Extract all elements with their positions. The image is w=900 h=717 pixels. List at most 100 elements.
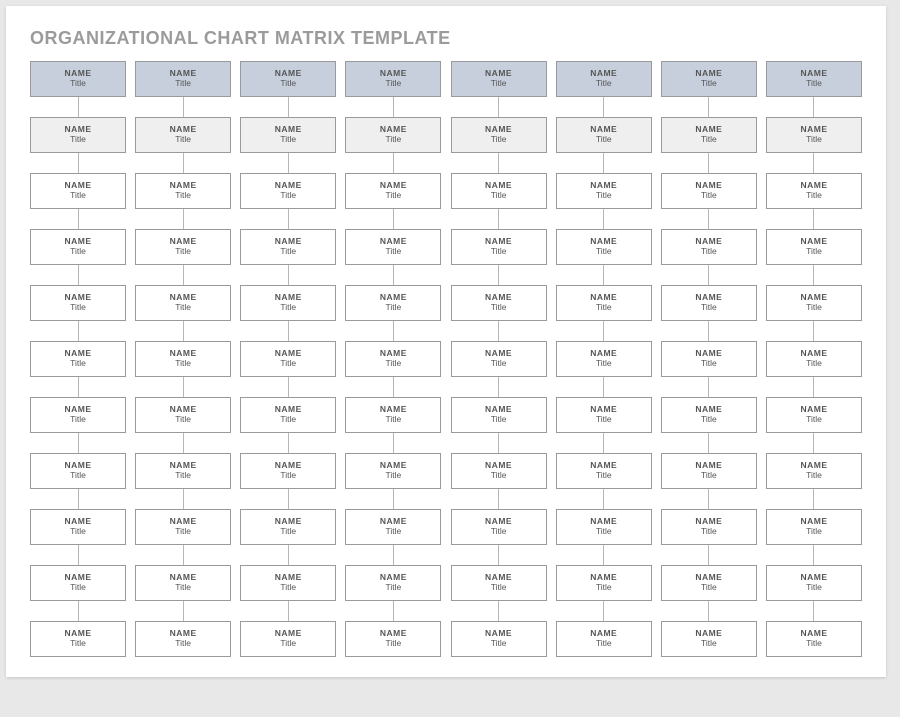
connector-line xyxy=(393,489,394,509)
org-cell: NAMETitle xyxy=(240,61,336,97)
cell-title: Title xyxy=(806,471,822,481)
cell-title: Title xyxy=(280,415,296,425)
cell-title: Title xyxy=(491,471,507,481)
cell-title: Title xyxy=(175,583,191,593)
cell-title: Title xyxy=(386,303,402,313)
cell-title: Title xyxy=(70,527,86,537)
connector-line xyxy=(78,265,79,285)
org-cell: NAMETitle xyxy=(556,453,652,489)
connector-line xyxy=(288,265,289,285)
connector-line xyxy=(603,209,604,229)
cell-title: Title xyxy=(280,527,296,537)
connector-line xyxy=(813,601,814,621)
cell-title: Title xyxy=(806,527,822,537)
connector-line xyxy=(813,377,814,397)
cell-title: Title xyxy=(70,135,86,145)
org-column: NAMETitle NAMETitle NAMETitle NAMETitle NAME… xyxy=(240,61,336,657)
org-cell: NAMETitle xyxy=(30,285,126,321)
connector-line xyxy=(498,153,499,173)
cell-title: Title xyxy=(386,79,402,89)
cell-title: Title xyxy=(596,79,612,89)
connector-line xyxy=(498,209,499,229)
org-column: NAMETitle NAMETitle NAMETitle NAMETitle NAME… xyxy=(556,61,652,657)
connector-line xyxy=(708,601,709,621)
connector-line xyxy=(603,97,604,117)
org-cell: NAMETitle xyxy=(30,397,126,433)
cell-title: Title xyxy=(491,359,507,369)
org-cell: NAMETitle xyxy=(30,453,126,489)
connector-line xyxy=(498,265,499,285)
org-chart-matrix: NAMETitleNAMETitleNAMETitleNAMETitleNAME… xyxy=(30,61,862,657)
org-cell: NAMETitle xyxy=(451,117,547,153)
cell-title: Title xyxy=(701,527,717,537)
org-cell: NAMETitle xyxy=(135,229,231,265)
org-cell: NAMETitle xyxy=(661,285,757,321)
org-cell: NAMETitle xyxy=(766,61,862,97)
connector-line xyxy=(603,601,604,621)
connector-line xyxy=(498,545,499,565)
cell-title: Title xyxy=(175,527,191,537)
cell-title: Title xyxy=(175,639,191,649)
connector-line xyxy=(183,545,184,565)
cell-title: Title xyxy=(491,583,507,593)
cell-title: Title xyxy=(175,303,191,313)
connector-line xyxy=(288,545,289,565)
org-cell: NAMETitle xyxy=(556,621,652,657)
cell-title: Title xyxy=(491,527,507,537)
org-cell: NAMETitle xyxy=(240,509,336,545)
cell-title: Title xyxy=(70,247,86,257)
org-cell: NAMETitle xyxy=(240,341,336,377)
org-cell: NAMETitle xyxy=(766,117,862,153)
org-cell: NAMETitle xyxy=(30,509,126,545)
connector-line xyxy=(813,489,814,509)
cell-title: Title xyxy=(806,191,822,201)
cell-title: Title xyxy=(596,359,612,369)
org-cell: NAMETitle xyxy=(451,229,547,265)
cell-title: Title xyxy=(596,247,612,257)
connector-line xyxy=(708,545,709,565)
connector-line xyxy=(183,153,184,173)
org-cell: NAMETitle xyxy=(135,173,231,209)
document-page: ORGANIZATIONAL CHART MATRIX TEMPLATE NAM… xyxy=(6,6,886,677)
org-cell: NAMETitle xyxy=(451,565,547,601)
cell-title: Title xyxy=(806,247,822,257)
org-cell: NAMETitle xyxy=(766,453,862,489)
connector-line xyxy=(393,97,394,117)
org-column: NAMETitleNAMETitleNAMETitleNAMETitleNAME… xyxy=(766,61,862,657)
cell-title: Title xyxy=(491,639,507,649)
cell-title: Title xyxy=(70,359,86,369)
cell-title: Title xyxy=(386,359,402,369)
connector-line xyxy=(183,321,184,341)
org-cell: NAMETitle xyxy=(345,61,441,97)
cell-title: Title xyxy=(701,583,717,593)
org-cell: NAMETitle xyxy=(451,61,547,97)
cell-title: Title xyxy=(280,583,296,593)
org-cell: NAMETitle xyxy=(345,621,441,657)
org-cell: NAMETitle xyxy=(30,621,126,657)
cell-title: Title xyxy=(280,471,296,481)
connector-line xyxy=(393,153,394,173)
org-cell: NAMETitle xyxy=(135,453,231,489)
connector-line xyxy=(708,433,709,453)
cell-title: Title xyxy=(175,359,191,369)
org-cell: NAMETitle xyxy=(30,117,126,153)
cell-title: Title xyxy=(280,191,296,201)
cell-title: Title xyxy=(175,191,191,201)
cell-title: Title xyxy=(806,303,822,313)
org-column: NAMETitleNAMETitleNAMETitleNAMETitleNAME… xyxy=(451,61,547,657)
cell-title: Title xyxy=(70,303,86,313)
cell-title: Title xyxy=(596,415,612,425)
org-cell: NAMETitle xyxy=(135,621,231,657)
cell-title: Title xyxy=(70,415,86,425)
connector-line xyxy=(498,433,499,453)
org-cell: NAMETitle xyxy=(556,509,652,545)
org-cell: NAMETitle xyxy=(240,173,336,209)
connector-line xyxy=(183,601,184,621)
connector-line xyxy=(78,209,79,229)
connector-line xyxy=(288,377,289,397)
org-cell: NAMETitle xyxy=(240,285,336,321)
org-cell: NAMETitle xyxy=(135,285,231,321)
org-cell: NAMETitle xyxy=(30,229,126,265)
org-cell: NAMETitle xyxy=(556,341,652,377)
org-cell: NAMETitle xyxy=(556,229,652,265)
